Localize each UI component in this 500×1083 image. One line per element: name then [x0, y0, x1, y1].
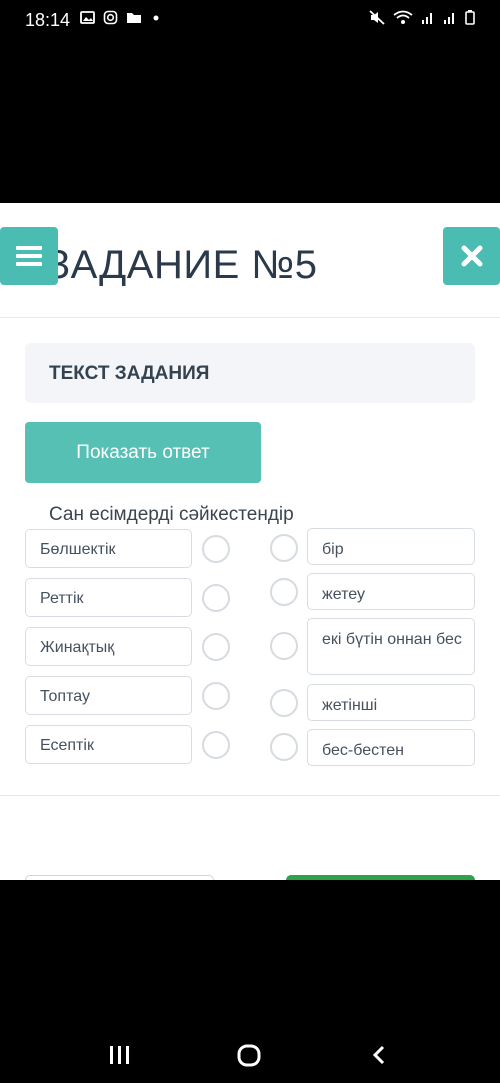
right-item[interactable]: екі бүтін оннан бес — [307, 618, 475, 675]
signal-icon — [422, 13, 432, 24]
back-icon[interactable] — [370, 1038, 388, 1074]
right-item[interactable]: бір — [307, 528, 475, 565]
divider — [0, 795, 500, 796]
dot-icon — [153, 15, 159, 21]
task-instruction: Сан есімдерді сәйкестендір — [49, 504, 294, 525]
previous-button[interactable] — [25, 875, 214, 880]
next-button[interactable] — [286, 875, 475, 880]
recent-apps-icon[interactable] — [109, 1038, 131, 1074]
right-connector-radio[interactable] — [270, 689, 298, 717]
right-item[interactable]: бес-бестен — [307, 729, 475, 766]
close-button[interactable] — [443, 227, 500, 285]
left-connector-radio[interactable] — [202, 584, 230, 612]
status-bar: 18:14 — [0, 0, 500, 40]
home-icon[interactable] — [237, 1038, 261, 1074]
left-item[interactable]: Есептік — [25, 725, 192, 764]
left-connector-radio[interactable] — [202, 682, 230, 710]
status-time: 18:14 — [25, 10, 71, 30]
battery-icon — [465, 10, 475, 25]
page-title: ЗАДАНИЕ №5 — [46, 243, 318, 287]
system-icons — [369, 10, 475, 25]
left-item[interactable]: Реттік — [25, 578, 192, 617]
right-connector-radio[interactable] — [270, 632, 298, 660]
left-connector-radio[interactable] — [202, 535, 230, 563]
hamburger-icon — [16, 246, 42, 266]
left-item[interactable]: Жинақтық — [25, 627, 192, 666]
right-item[interactable]: жетінші — [307, 684, 475, 721]
divider — [0, 317, 500, 318]
image-icon — [80, 11, 95, 24]
header: ЗАДАНИЕ №5 — [0, 203, 500, 318]
signal-icon — [444, 13, 454, 24]
right-item[interactable]: жетеу — [307, 573, 475, 610]
instagram-icon — [103, 10, 118, 25]
right-connector-radio[interactable] — [270, 578, 298, 606]
close-icon — [461, 245, 482, 267]
notification-icons — [80, 10, 162, 25]
right-connector-radio[interactable] — [270, 733, 298, 761]
left-item[interactable]: Бөлшектік — [25, 529, 192, 568]
task-screen: ЗАДАНИЕ №5 ТЕКСТ ЗАДАНИЯ Показать ответ … — [0, 203, 500, 880]
mute-icon — [369, 10, 385, 25]
task-text-panel: ТЕКСТ ЗАДАНИЯ — [25, 343, 475, 403]
menu-button[interactable] — [0, 227, 58, 285]
navigation-bar — [0, 1030, 500, 1083]
wifi-icon — [393, 10, 413, 24]
task-text-heading: ТЕКСТ ЗАДАНИЯ — [49, 363, 210, 384]
left-item[interactable]: Топтау — [25, 676, 192, 715]
right-connector-radio[interactable] — [270, 534, 298, 562]
folder-icon — [127, 13, 141, 23]
left-connector-radio[interactable] — [202, 633, 230, 661]
left-connector-radio[interactable] — [202, 731, 230, 759]
show-answer-button[interactable]: Показать ответ — [25, 422, 261, 483]
